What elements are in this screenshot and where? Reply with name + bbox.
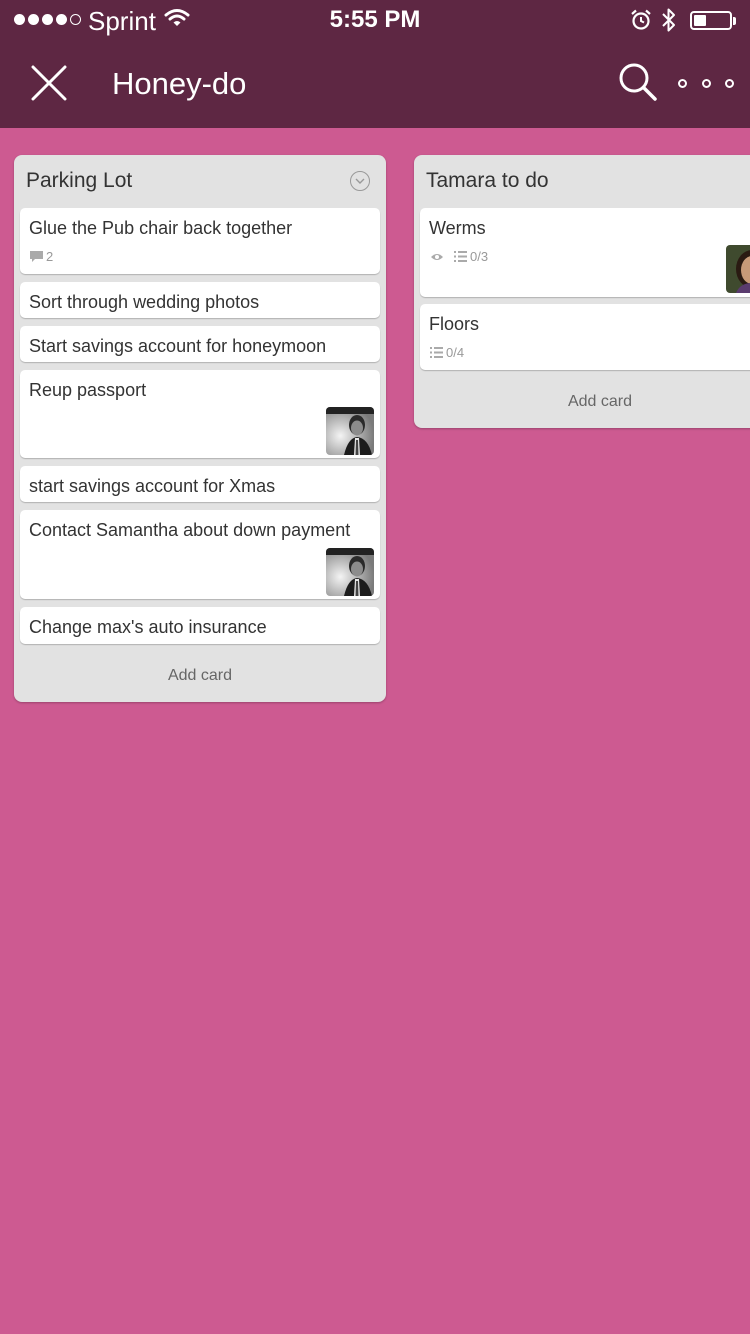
- comment-icon: [30, 250, 43, 262]
- card[interactable]: Reup passport: [20, 370, 380, 458]
- close-icon: [31, 65, 67, 101]
- add-card-button[interactable]: Add card: [414, 393, 750, 411]
- list-tamara-to-do: Tamara to do Werms 0/3 Floors 0/4 Add ca…: [414, 155, 750, 428]
- card-title: Change max's auto insurance: [29, 617, 267, 637]
- card[interactable]: Werms 0/3: [420, 208, 750, 297]
- card-title: start savings account for Xmas: [29, 476, 276, 496]
- checklist-icon: [454, 251, 467, 262]
- list-title[interactable]: Tamara to do: [426, 169, 549, 193]
- card[interactable]: Change max's auto insurance: [20, 607, 380, 644]
- status-bar: Sprint 5:55 PM: [0, 0, 750, 40]
- alarm-icon: [631, 9, 651, 30]
- card-title: Sort through wedding photos: [29, 292, 260, 312]
- checklist-badge: 0/4: [430, 345, 464, 360]
- list-menu-button[interactable]: [350, 171, 370, 191]
- member-avatar[interactable]: [326, 548, 374, 596]
- bluetooth-icon: [662, 8, 675, 32]
- card[interactable]: Floors 0/4: [420, 304, 750, 370]
- card-title: Glue the Pub chair back together: [29, 218, 293, 238]
- avatar-photo: [726, 245, 750, 293]
- card[interactable]: start savings account for Xmas: [20, 466, 380, 502]
- more-icon: [678, 78, 687, 88]
- checklist-count: 0/4: [446, 345, 465, 360]
- list-parking-lot: Parking Lot Glue the Pub chair back toge…: [14, 155, 386, 702]
- battery-tip: [733, 17, 736, 25]
- checklist-badge: 0/3: [454, 249, 488, 264]
- battery-icon: [690, 11, 732, 30]
- checklist-icon: [430, 347, 443, 358]
- close-button[interactable]: [24, 58, 74, 108]
- card-badges: 2: [30, 249, 53, 264]
- top-bar: Sprint 5:55 PM Honey-do: [0, 0, 750, 128]
- member-avatar[interactable]: [726, 245, 750, 293]
- member-avatar[interactable]: [326, 407, 374, 455]
- card[interactable]: Sort through wedding photos: [20, 282, 380, 318]
- card-title: Start savings account for honeymoon: [29, 336, 327, 356]
- card[interactable]: Contact Samantha about down payment: [20, 510, 380, 599]
- card-badges: 0/3: [430, 249, 488, 264]
- checklist-count: 0/3: [470, 249, 489, 264]
- comment-count: 2: [46, 249, 54, 264]
- eye-icon: [431, 253, 443, 260]
- avatar-photo: [326, 407, 374, 455]
- add-card-button[interactable]: Add card: [14, 667, 386, 685]
- board-title: Honey-do: [112, 66, 247, 101]
- search-icon: [619, 63, 657, 101]
- chevron-down-icon: [355, 178, 365, 184]
- card[interactable]: Glue the Pub chair back together 2: [20, 208, 380, 274]
- comment-badge: 2: [30, 249, 53, 264]
- card[interactable]: Start savings account for honeymoon: [20, 326, 380, 362]
- card-title: Werms: [429, 218, 486, 238]
- card-title: Floors: [429, 314, 480, 334]
- avatar-photo: [326, 548, 374, 596]
- card-title: Contact Samantha about down payment: [29, 520, 351, 540]
- card-badges: 0/4: [430, 345, 464, 360]
- search-button[interactable]: [614, 58, 662, 106]
- card-title: Reup passport: [29, 380, 147, 400]
- list-title[interactable]: Parking Lot: [26, 169, 132, 193]
- more-button[interactable]: [678, 64, 734, 102]
